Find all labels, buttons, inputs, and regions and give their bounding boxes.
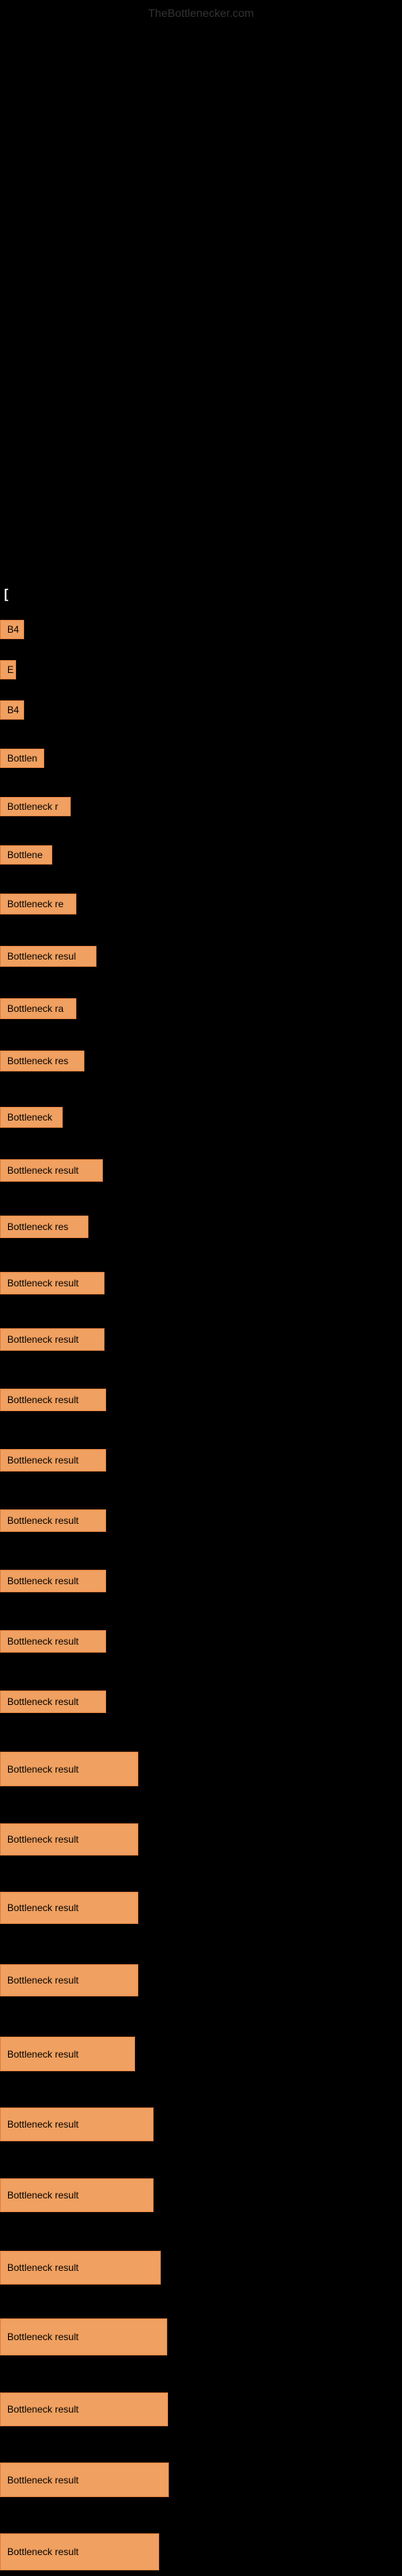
- bottleneck-card-label: Bottleneck res: [7, 1055, 68, 1067]
- bottleneck-card-label: Bottleneck result: [7, 1575, 79, 1587]
- bottleneck-card: Bottleneck result: [0, 2251, 161, 2285]
- bottleneck-card: Bottleneck result: [0, 2462, 169, 2497]
- bottleneck-card: Bottleneck result: [0, 1690, 106, 1713]
- bottleneck-card: Bottleneck resul: [0, 946, 96, 967]
- bottleneck-card-label: Bottleneck result: [7, 1334, 79, 1345]
- bottleneck-card: Bottleneck result: [0, 1630, 106, 1653]
- bottleneck-card-label: Bottleneck res: [7, 1221, 68, 1232]
- bottleneck-card-label: Bottleneck result: [7, 1696, 79, 1707]
- bottleneck-card-label: Bottleneck result: [7, 2119, 79, 2130]
- bottleneck-card-label: Bottleneck: [7, 1112, 52, 1123]
- bottleneck-card: Bottleneck result: [0, 1892, 138, 1924]
- bottleneck-card-label: Bottleneck re: [7, 898, 64, 910]
- bottleneck-card: Bottleneck result: [0, 1823, 138, 1856]
- bottleneck-card: Bottleneck res: [0, 1051, 84, 1071]
- bottleneck-card: Bottleneck result: [0, 2037, 135, 2071]
- bottleneck-card: Bottleneck result: [0, 1389, 106, 1411]
- bottleneck-card-label: Bottleneck result: [7, 2475, 79, 2486]
- bottleneck-card-label: B4: [7, 704, 19, 716]
- bottleneck-card-label: Bottlene: [7, 849, 43, 861]
- section-header: [: [4, 588, 8, 602]
- bottleneck-card-label: Bottleneck result: [7, 1636, 79, 1647]
- bottleneck-card: Bottleneck result: [0, 2107, 154, 2141]
- bottleneck-card-label: Bottleneck ra: [7, 1003, 64, 1014]
- bottleneck-card-label: Bottleneck result: [7, 1165, 79, 1176]
- bottleneck-card: Bottleneck result: [0, 1964, 138, 1996]
- bottleneck-card: Bottleneck result: [0, 2533, 159, 2570]
- bottleneck-card-label: Bottleneck result: [7, 2546, 79, 2557]
- bottleneck-card: B4: [0, 620, 24, 639]
- bottleneck-card-label: Bottleneck result: [7, 1975, 79, 1986]
- bottleneck-card-label: Bottleneck result: [7, 2404, 79, 2415]
- bottleneck-card: Bottleneck result: [0, 2392, 168, 2426]
- bottleneck-card-label: Bottleneck result: [7, 1278, 79, 1289]
- bottleneck-card-label: E: [7, 664, 14, 675]
- bottleneck-card: Bottlene: [0, 845, 52, 865]
- bottleneck-card: Bottleneck result: [0, 1328, 105, 1351]
- bottleneck-card: Bottleneck result: [0, 1449, 106, 1472]
- bottleneck-card: Bottleneck result: [0, 1509, 106, 1532]
- bottleneck-card-label: Bottleneck result: [7, 2331, 79, 2343]
- bottleneck-card-label: B4: [7, 624, 19, 635]
- bottleneck-card: Bottleneck ra: [0, 998, 76, 1019]
- bottleneck-card-label: Bottleneck resul: [7, 951, 76, 962]
- bottleneck-card-label: Bottlen: [7, 753, 37, 764]
- bottleneck-card: Bottlen: [0, 749, 44, 768]
- bottleneck-card: Bottleneck: [0, 1107, 63, 1128]
- bottleneck-card: B4: [0, 700, 24, 720]
- bottleneck-card-label: Bottleneck result: [7, 2049, 79, 2060]
- bottleneck-card: Bottleneck result: [0, 1159, 103, 1182]
- bottleneck-card-label: Bottleneck result: [7, 2190, 79, 2201]
- bottleneck-card: Bottleneck result: [0, 1752, 138, 1786]
- bottleneck-card: Bottleneck result: [0, 1272, 105, 1294]
- bottleneck-card-label: Bottleneck result: [7, 1764, 79, 1775]
- bottleneck-card: Bottleneck res: [0, 1216, 88, 1238]
- bottleneck-card-label: Bottleneck result: [7, 1455, 79, 1466]
- bottleneck-card-label: Bottleneck result: [7, 1515, 79, 1526]
- bottleneck-card-label: Bottleneck r: [7, 801, 58, 812]
- bottleneck-card: Bottleneck result: [0, 1570, 106, 1592]
- bottleneck-card: Bottleneck result: [0, 2178, 154, 2212]
- bottleneck-card: Bottleneck r: [0, 797, 71, 816]
- site-title: TheBottlenecker.com: [148, 6, 254, 19]
- bottleneck-card: Bottleneck result: [0, 2318, 167, 2355]
- bottleneck-card-label: Bottleneck result: [7, 1902, 79, 1913]
- bottleneck-card: E: [0, 660, 16, 679]
- bottleneck-card: Bottleneck re: [0, 894, 76, 914]
- bottleneck-card-label: Bottleneck result: [7, 1394, 79, 1406]
- bottleneck-card-label: Bottleneck result: [7, 2262, 79, 2273]
- bottleneck-card-label: Bottleneck result: [7, 1834, 79, 1845]
